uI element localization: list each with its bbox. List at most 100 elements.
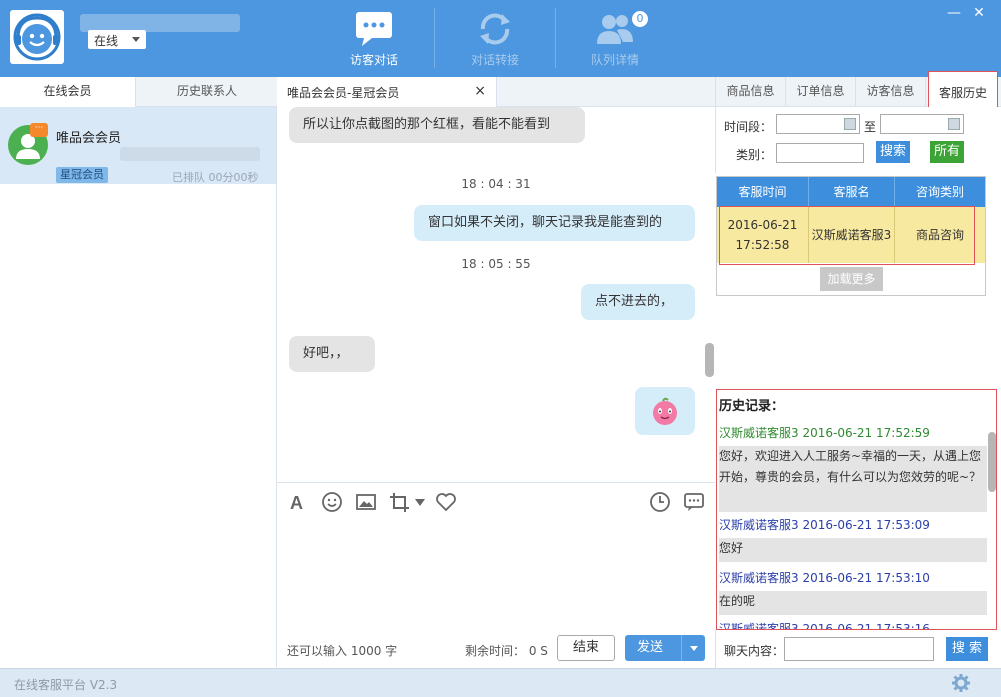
column-header: 客服名 bbox=[809, 177, 895, 207]
visitor-chat-label: 访客对话 bbox=[349, 53, 398, 67]
tab-online-members[interactable]: 在线会员 bbox=[0, 77, 136, 107]
chat-tab-title: 唯品会会员-星冠会员 bbox=[287, 86, 400, 100]
timestamp: 18 : 04 : 31 bbox=[461, 177, 531, 191]
list-item[interactable]: ··· 唯品会会员 星冠会员 已排队 00分00秒 bbox=[0, 107, 276, 184]
queue-label: 队列详情 bbox=[590, 53, 639, 67]
transfer-label: 对话转接 bbox=[470, 53, 519, 67]
row-highlight bbox=[719, 206, 975, 265]
search-button[interactable]: 搜索 bbox=[876, 141, 910, 163]
chat-search-button[interactable]: 搜 索 bbox=[946, 637, 988, 661]
load-more-button[interactable]: 加载更多 bbox=[820, 267, 883, 291]
message-incoming: 好吧，， bbox=[289, 336, 375, 372]
quick-reply-icon[interactable] bbox=[683, 491, 705, 513]
transfer-button[interactable]: 对话转接 bbox=[440, 0, 550, 77]
status-badge: 星冠会员 bbox=[56, 167, 108, 183]
emoji-icon[interactable] bbox=[321, 491, 343, 513]
history-records: 历史记录： 汉斯威诺客服3 2016-06-21 17:52:59 您好，欢迎进… bbox=[716, 389, 997, 630]
support-agent-icon bbox=[13, 13, 61, 61]
history-filter: 时间段： 至 类别： 搜索 所有 bbox=[715, 107, 1001, 173]
calendar-icon[interactable] bbox=[948, 118, 960, 130]
emoji-sticker-icon bbox=[653, 397, 677, 425]
member-list: ··· 唯品会会员 星冠会员 已排队 00分00秒 bbox=[0, 107, 277, 667]
info-tabs: 商品信息 订单信息 访客信息 客服历史 bbox=[715, 71, 1001, 109]
tab-visitor-info[interactable]: 访客信息 bbox=[856, 77, 926, 107]
record-header: 汉斯威诺客服3 2016-06-21 17:53:10 bbox=[719, 571, 930, 585]
heart-icon[interactable] bbox=[435, 491, 457, 513]
message-outgoing: 点不进去的， bbox=[581, 284, 695, 320]
new-message-icon: ··· bbox=[30, 123, 48, 137]
chat-tabs: 唯品会会员-星冠会员 × bbox=[277, 77, 715, 107]
chat-content-label: 聊天内容： bbox=[724, 644, 785, 658]
column-header: 客服时间 bbox=[717, 177, 809, 207]
all-button[interactable]: 所有 bbox=[930, 141, 964, 163]
record-body: 您好 bbox=[719, 538, 987, 562]
status-bar: 在线客服平台 V2.3 bbox=[0, 668, 1001, 697]
send-label: 发送 bbox=[637, 640, 664, 655]
divider bbox=[434, 8, 435, 68]
message-input[interactable] bbox=[277, 520, 715, 628]
history-table: 客服时间 客服名 咨询类别 2016-06-21 17:52:58 汉斯威诺客服… bbox=[716, 176, 986, 296]
chat-bubble-icon bbox=[356, 12, 392, 46]
to-label: 至 bbox=[864, 120, 877, 134]
gear-icon[interactable] bbox=[952, 674, 970, 692]
message-outgoing: 窗口如果不关闭，聊天记录我是能查到的 bbox=[414, 205, 695, 241]
svg-text:A: A bbox=[290, 493, 303, 513]
member-info-blurred bbox=[120, 147, 260, 161]
tab-product-info[interactable]: 商品信息 bbox=[716, 77, 786, 107]
tab-current-chat[interactable]: 唯品会会员-星冠会员 × bbox=[277, 77, 497, 107]
visitor-chat-button[interactable]: 访客对话 bbox=[319, 0, 429, 77]
image-icon[interactable] bbox=[355, 491, 377, 513]
chevron-down-icon bbox=[132, 37, 140, 42]
member-name: 唯品会会员 bbox=[56, 131, 122, 146]
remaining-time: 剩余时间： 0 S bbox=[465, 644, 548, 658]
divider bbox=[555, 8, 556, 68]
input-toolbar: A bbox=[277, 482, 715, 520]
tab-service-history[interactable]: 客服历史 bbox=[928, 71, 998, 109]
close-icon[interactable]: × bbox=[474, 83, 486, 99]
message-outgoing bbox=[635, 387, 695, 435]
period-label: 时间段： bbox=[724, 120, 773, 134]
timestamp: 18 : 05 : 55 bbox=[461, 257, 531, 271]
send-button[interactable]: 发送 bbox=[625, 635, 705, 661]
top-header: 在线 访客对话 对话转接 队列详情 0 — ✕ bbox=[0, 0, 1001, 77]
minimize-button[interactable]: — bbox=[945, 4, 963, 22]
screenshot-icon[interactable] bbox=[389, 491, 429, 513]
chat-footer: 还可以输入 1000 字 剩余时间： 0 S 结束 发送 bbox=[277, 628, 715, 668]
end-chat-button[interactable]: 结束 bbox=[557, 635, 615, 661]
chat-messages: 所以让你点截图的那个红框，看能不能看到 18 : 04 : 31 窗口如果不关闭… bbox=[277, 107, 715, 482]
queue-button[interactable]: 队列详情 bbox=[560, 0, 670, 77]
message-incoming: 所以让你点截图的那个红框，看能不能看到 bbox=[289, 107, 585, 143]
users-icon bbox=[597, 15, 633, 44]
char-limit-hint: 还可以输入 1000 字 bbox=[287, 644, 398, 658]
record-body: 您好，欢迎进入人工服务~幸福的一天，从遇上您开始，尊贵的会员，有什么可以为您效劳… bbox=[719, 446, 987, 512]
calendar-icon[interactable] bbox=[844, 118, 856, 130]
font-icon[interactable]: A bbox=[287, 491, 309, 513]
record-header: 汉斯威诺客服3 2016-06-21 17:53:09 bbox=[719, 518, 930, 532]
tab-history-contacts[interactable]: 历史联系人 bbox=[137, 77, 277, 107]
status-value: 在线 bbox=[94, 34, 119, 48]
status-dropdown[interactable]: 在线 bbox=[88, 30, 146, 49]
chat-content-search: 聊天内容： 搜 索 bbox=[715, 630, 1001, 668]
member-tabs: 在线会员 历史联系人 bbox=[0, 77, 277, 107]
column-header: 咨询类别 bbox=[895, 177, 985, 207]
record-header: 汉斯威诺客服3 2016-06-21 17:52:59 bbox=[719, 426, 930, 440]
version-text: 在线客服平台 V2.3 bbox=[14, 678, 118, 692]
chat-content-input[interactable] bbox=[784, 637, 934, 661]
history-title: 历史记录： bbox=[719, 399, 785, 414]
queue-time: 已排队 00分00秒 bbox=[172, 171, 259, 184]
tab-order-info[interactable]: 订单信息 bbox=[786, 77, 856, 107]
end-date-input[interactable] bbox=[880, 114, 964, 134]
close-window-button[interactable]: ✕ bbox=[970, 4, 988, 22]
record-header: 汉斯威诺客服3 2016-06-21 17:53:16 bbox=[719, 622, 930, 630]
type-input[interactable] bbox=[776, 143, 864, 163]
agent-avatar[interactable] bbox=[10, 10, 64, 64]
start-date-input[interactable] bbox=[776, 114, 860, 134]
clock-icon[interactable] bbox=[649, 491, 671, 513]
queue-count-badge: 0 bbox=[631, 10, 649, 28]
refresh-icon bbox=[480, 13, 510, 45]
record-body: 在的呢 bbox=[719, 591, 987, 615]
type-label: 类别： bbox=[736, 148, 773, 162]
chevron-down-icon[interactable] bbox=[681, 635, 705, 661]
history-scrollbar[interactable] bbox=[988, 432, 996, 492]
chat-scrollbar[interactable] bbox=[705, 343, 714, 377]
